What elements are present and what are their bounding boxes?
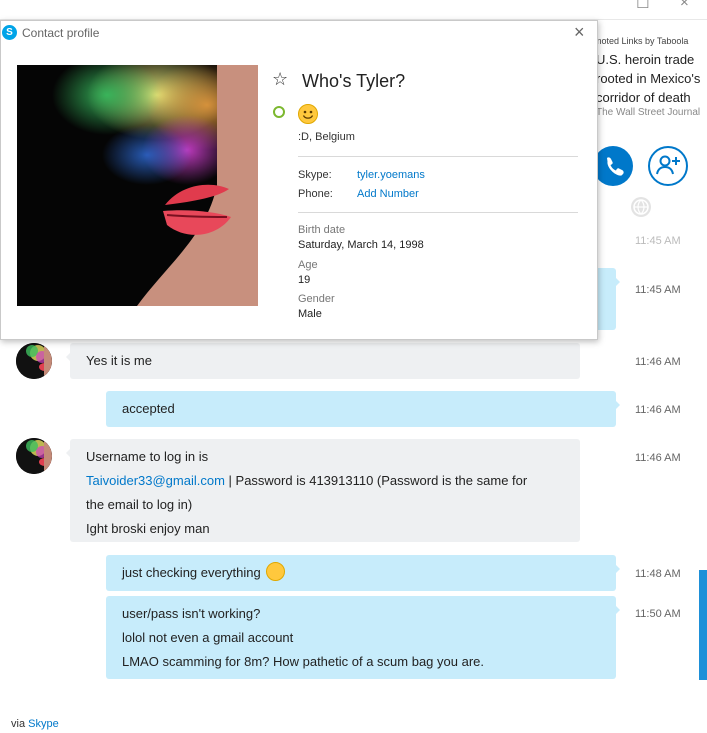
message-text: Ight broski enjoy man <box>86 521 210 536</box>
message-time: 11:46 AM <box>635 404 681 416</box>
phone-icon <box>607 157 624 176</box>
message-time: 11:46 AM <box>635 452 681 464</box>
globe-icon <box>631 197 651 217</box>
phone-label: Phone: <box>298 188 333 200</box>
birth-date-label: Birth date <box>298 224 346 236</box>
contact-location: :D, Belgium <box>298 131 355 143</box>
skype-label: Skype: <box>298 169 332 181</box>
message-bubble-outgoing[interactable]: accepted <box>106 391 620 427</box>
avatar[interactable] <box>16 438 52 474</box>
presence-status-icon <box>273 106 285 118</box>
profile-photo <box>17 65 258 306</box>
contact-profile-popup: S Contact profile × ☆ Who's Tyler?:D, B… <box>0 20 598 340</box>
add-number-link[interactable]: Add Number <box>357 188 419 200</box>
message-text: lolol not even a gmail account <box>122 630 294 645</box>
message-text: accepted <box>122 401 175 416</box>
ad-publisher: The Wall Street Journal <box>596 107 701 118</box>
message-text: Yes it is me <box>86 353 152 368</box>
window-close-icon[interactable]: × <box>680 0 689 11</box>
via-label: via <box>11 718 26 730</box>
mood-emoji-icon <box>298 104 318 124</box>
message-text: just checking everything <box>122 565 261 580</box>
favorite-star-icon[interactable]: ☆ <box>272 69 288 90</box>
ad-source: moted Links by Taboola <box>596 36 689 46</box>
message-time: 11:45 AM <box>635 284 681 296</box>
gender-value: Male <box>298 308 322 320</box>
message-text: LMAO scamming for 8m? How pathetic of a … <box>122 654 484 669</box>
skype-name-link[interactable]: tyler.yoemans <box>357 169 425 181</box>
gender-label: Gender <box>298 293 335 305</box>
skype-logo-icon: S <box>2 25 17 40</box>
message-bubble-outgoing[interactable]: user/pass isn't working? lolol not even … <box>106 596 620 679</box>
age-value: 19 <box>298 274 311 286</box>
divider <box>298 212 578 213</box>
call-button[interactable] <box>593 146 633 186</box>
ad-title[interactable]: U.S. heroin trade rooted in Mexico's cor… <box>596 50 707 107</box>
message-bubble-incoming[interactable]: Yes it is me <box>66 343 580 379</box>
message-text: the email to log in) <box>86 497 193 512</box>
yum-emoji-icon <box>266 562 286 581</box>
divider <box>298 156 578 157</box>
close-icon[interactable]: × <box>574 22 585 43</box>
scrollbar[interactable] <box>699 570 707 680</box>
message-text: Username to log in is <box>86 449 209 464</box>
age-label: Age <box>298 259 318 271</box>
window-titlebar: ☐ × <box>0 0 707 20</box>
message-time: 11:48 AM <box>635 568 681 580</box>
birth-date-value: Saturday, March 14, 1998 <box>298 239 424 251</box>
message-bubble-outgoing[interactable]: just checking everything <box>106 555 620 591</box>
contact-name: Who's Tyler? <box>302 71 406 91</box>
add-contact-button[interactable] <box>648 146 688 186</box>
skype-link[interactable]: Skype <box>28 718 59 730</box>
message-time: 11:50 AM <box>635 608 681 620</box>
message-bubble-incoming[interactable]: Username to log in is Taivoider33@gmail.… <box>66 439 580 542</box>
via-footer: via Skype <box>11 718 59 730</box>
avatar[interactable] <box>16 343 52 379</box>
add-contact-icon <box>656 155 680 175</box>
message-text: | Password is 413913110 (Password is the… <box>224 473 528 488</box>
sponsored-ad[interactable]: moted Links by Taboola U.S. heroin trade… <box>596 36 707 126</box>
popup-title: Contact profile <box>22 26 100 40</box>
message-time: 11:45 AM <box>635 235 681 247</box>
email-link[interactable]: Taivoider33@gmail.com <box>86 473 225 488</box>
message-time: 11:46 AM <box>635 356 681 368</box>
maximize-icon[interactable]: ☐ <box>636 0 649 12</box>
message-text: user/pass isn't working? <box>122 606 261 621</box>
